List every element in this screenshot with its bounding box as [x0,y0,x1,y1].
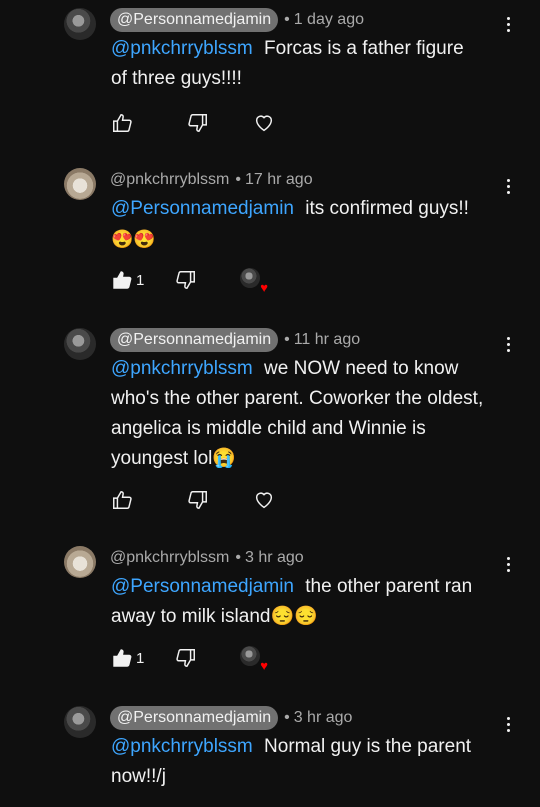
thumbs-up-icon[interactable] [110,268,134,292]
comment-timestamp: 1 day ago [293,11,364,28]
heart-icon: ♥ [260,280,268,295]
creator-heart-icon: ♥ [240,646,268,672]
comment-header: @pnkchrryblssm • 17 hr ago [110,168,313,192]
avatar[interactable] [64,546,96,578]
avatar [240,268,260,288]
comment-timestamp: 3 hr ago [244,549,304,566]
author-handle[interactable]: @Personnamedjamin [110,8,279,32]
avatar[interactable] [64,168,96,200]
comment-text: @pnkchrryblssm Normal guy is the parent … [111,732,511,792]
thumbs-down-icon[interactable] [174,268,198,292]
thumbs-down-icon[interactable] [186,488,210,512]
mention-link[interactable]: @pnkchrryblssm [111,736,253,757]
author-handle[interactable]: @pnkchrryblssm [110,549,229,567]
comment-timestamp: 17 hr ago [244,171,313,188]
thumbs-down-icon[interactable] [186,111,210,135]
comment-line: away to milk island😔😔 [111,606,318,627]
comment-item: @Personnamedjamin • 3 hr ago @pnkchrrybl… [0,706,540,806]
thumbs-up-icon[interactable] [110,646,134,670]
comment-header: @Personnamedjamin • 3 hr ago [110,706,352,730]
comment-text: @pnkchrryblssm we NOW need to know who's… [111,354,531,474]
mention-link[interactable]: @Personnamedjamin [111,198,294,219]
mention-link[interactable]: @Personnamedjamin [111,576,294,597]
comment-timestamp: 11 hr ago [293,331,361,348]
comment-item: @pnkchrryblssm • 3 hr ago @Personnamedja… [0,546,540,686]
comment-line: its confirmed guys!! [305,198,469,219]
avatar[interactable] [64,706,96,738]
comment-header: @pnkchrryblssm • 3 hr ago [110,546,304,570]
more-vert-icon[interactable] [498,12,518,36]
heart-icon[interactable] [252,111,276,135]
comment-line: angelica is middle child and Winnie is [111,418,426,439]
comment-line: who's the other parent. Coworker the old… [111,388,484,409]
comment-timestamp: 3 hr ago [293,709,353,726]
comment-text: @pnkchrryblssm Forcas is a father figure… [111,34,511,94]
comment-line: the other parent ran [305,576,473,597]
comment-line: we NOW need to know [264,358,459,379]
separator-dot: • [235,171,241,188]
comment-text: @Personnamedjamin the other parent ran a… [111,572,511,632]
creator-heart-icon: ♥ [240,268,268,294]
comment-header: @Personnamedjamin • 1 day ago [110,8,364,32]
separator-dot: • [284,709,290,726]
comment-actions: 1 ♥ [110,268,268,294]
comment-line: 😍😍 [111,229,156,249]
more-vert-icon[interactable] [498,332,518,356]
separator-dot: • [284,11,290,28]
author-handle[interactable]: @Personnamedjamin [110,328,279,352]
comment-actions [110,488,276,512]
separator-dot: • [284,331,290,348]
comment-text: @Personnamedjamin its confirmed guys!! 😍… [111,194,511,255]
separator-dot: • [235,549,241,566]
avatar [240,646,260,666]
like-count: 1 [136,271,145,289]
thumbs-down-icon[interactable] [174,646,198,670]
avatar[interactable] [64,8,96,40]
comment-line: Forcas is a father figure [264,38,464,59]
heart-icon[interactable] [252,488,276,512]
thumbs-up-icon[interactable] [110,488,134,512]
comment-item: @Personnamedjamin • 11 hr ago @pnkchrryb… [0,328,540,518]
heart-icon: ♥ [260,658,268,673]
author-handle[interactable]: @pnkchrryblssm [110,171,229,189]
mention-link[interactable]: @pnkchrryblssm [111,358,253,379]
author-handle[interactable]: @Personnamedjamin [110,706,279,730]
comment-header: @Personnamedjamin • 11 hr ago [110,328,360,352]
comment-item: @Personnamedjamin • 1 day ago @pnkchrryb… [0,8,540,158]
thumbs-up-icon[interactable] [110,111,134,135]
comment-line: youngest lol😭 [111,448,237,469]
comment-line: of three guys!!!! [111,68,242,89]
comment-item: @pnkchrryblssm • 17 hr ago @Personnamedj… [0,168,540,318]
comment-line: now!!/j [111,766,166,787]
mention-link[interactable]: @pnkchrryblssm [111,38,253,59]
comment-line: Normal guy is the parent [264,736,472,757]
avatar[interactable] [64,328,96,360]
comment-actions [110,111,276,135]
comment-actions: 1 ♥ [110,646,268,672]
like-count: 1 [136,649,145,667]
